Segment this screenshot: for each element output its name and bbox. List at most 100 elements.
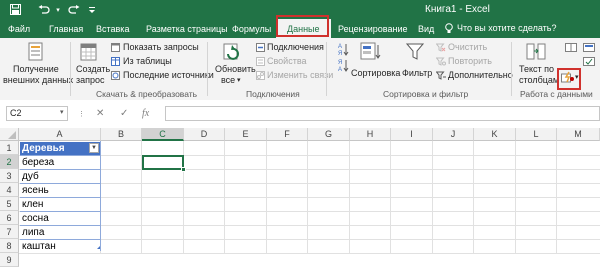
from-table-button[interactable]: Из таблицы [123, 56, 172, 67]
new-query-label1[interactable]: Создать [76, 64, 110, 75]
advanced-button[interactable]: Дополнительно [448, 70, 513, 81]
filter-dropdown-button[interactable]: ▼ [89, 143, 99, 153]
gridline [19, 183, 600, 184]
row-header-8[interactable]: 8 [0, 239, 19, 253]
column-header-a[interactable]: A [19, 128, 101, 141]
tab-review[interactable]: Рецензирование [338, 23, 408, 36]
clear-button[interactable]: Очистить [448, 42, 487, 53]
table-row-border [20, 155, 100, 156]
table-cell[interactable]: ясень [20, 184, 100, 197]
table-row-border [20, 239, 100, 240]
column-header-h[interactable]: H [350, 128, 391, 141]
column-header-j[interactable]: J [433, 128, 474, 141]
table-cell[interactable]: каштан [20, 240, 100, 253]
tab-formulas[interactable]: Формулы [232, 23, 271, 36]
show-queries-icon[interactable] [111, 43, 120, 54]
text-to-columns-label1[interactable]: Текст по [519, 64, 554, 75]
connections-button[interactable]: Подключения [267, 42, 324, 53]
column-header-f[interactable]: F [267, 128, 308, 141]
table-cell[interactable]: береза [20, 156, 100, 169]
group-separator [511, 42, 512, 96]
from-table-icon[interactable] [111, 57, 120, 68]
group-separator [207, 42, 208, 96]
fill-handle[interactable] [181, 167, 186, 172]
recent-sources-icon[interactable] [111, 71, 120, 82]
tab-home[interactable]: Главная [49, 23, 83, 36]
table-cell[interactable]: липа [20, 226, 100, 239]
column-header-k[interactable]: K [474, 128, 516, 141]
table-header-cell[interactable]: Деревья [20, 142, 100, 155]
new-query-label2[interactable]: запрос [76, 75, 105, 86]
text-to-columns-icon[interactable] [526, 42, 546, 64]
filter-button[interactable]: Фильтр [402, 68, 432, 79]
tab-file[interactable]: Файл [8, 23, 30, 36]
edit-links-button[interactable]: Изменить связи [267, 70, 333, 81]
redo-icon[interactable] [66, 2, 82, 17]
table-cell[interactable]: дуб [20, 170, 100, 183]
undo-dropdown-icon[interactable]: ▾ [54, 2, 62, 17]
remove-duplicates-icon[interactable] [565, 43, 577, 54]
svg-text:Я: Я [338, 51, 342, 57]
row-header-6[interactable]: 6 [0, 211, 19, 225]
gridline [19, 239, 600, 240]
get-external-data-icon[interactable] [27, 42, 45, 64]
row-header-9[interactable]: 9 [0, 253, 19, 267]
sort-az-icon[interactable]: АЯ [336, 42, 350, 59]
connections-icon[interactable] [256, 43, 265, 54]
column-header-m[interactable]: M [557, 128, 600, 141]
tell-me-search[interactable]: Что вы хотите сделать? [445, 21, 557, 35]
undo-icon[interactable] [36, 2, 52, 17]
svg-text:Я: Я [338, 60, 342, 66]
sort-icon[interactable] [360, 42, 382, 64]
table-resize-handle[interactable] [97, 246, 100, 249]
row-header-7[interactable]: 7 [0, 225, 19, 239]
row-header-4[interactable]: 4 [0, 183, 19, 197]
tab-insert[interactable]: Вставка [96, 23, 129, 36]
tab-view[interactable]: Вид [418, 23, 434, 36]
show-queries-button[interactable]: Показать запросы [123, 42, 199, 53]
table-row-border [20, 183, 100, 184]
column-header-i[interactable]: I [391, 128, 433, 141]
refresh-all-label2[interactable]: все [221, 75, 235, 86]
select-all-corner[interactable] [0, 128, 19, 141]
refresh-all-icon[interactable] [222, 42, 242, 64]
save-icon[interactable] [8, 2, 22, 17]
column-header-l[interactable]: L [516, 128, 557, 141]
row-header-5[interactable]: 5 [0, 197, 19, 211]
new-query-icon[interactable] [80, 42, 98, 64]
active-cell-c2[interactable] [142, 155, 184, 170]
data-validation-icon[interactable] [583, 57, 595, 68]
table-cell[interactable]: клен [20, 198, 100, 211]
row-header-2[interactable]: 2 [0, 155, 19, 169]
name-box-dropdown-icon[interactable]: ▾ [60, 108, 64, 116]
row-header-1[interactable]: 1 [0, 141, 19, 155]
properties-button[interactable]: Свойства [267, 56, 307, 67]
consolidate-icon[interactable] [583, 43, 595, 54]
enter-icon[interactable]: ✓ [120, 108, 128, 119]
tab-page-layout[interactable]: Разметка страницы [146, 23, 228, 36]
row-header-3[interactable]: 3 [0, 169, 19, 183]
cancel-icon[interactable]: ✕ [96, 108, 104, 119]
column-header-d[interactable]: D [184, 128, 225, 141]
reapply-icon [435, 57, 446, 68]
sort-button[interactable]: Сортировка [351, 68, 400, 79]
table-cell[interactable]: сосна [20, 212, 100, 225]
column-header-g[interactable]: G [308, 128, 350, 141]
recent-sources-button[interactable]: Последние источники [123, 70, 214, 81]
advanced-filter-icon[interactable] [435, 71, 446, 82]
formula-input[interactable] [165, 106, 600, 121]
refresh-all-label1[interactable]: Обновить [215, 64, 256, 75]
refresh-dropdown-icon[interactable]: ▾ [237, 75, 241, 86]
customize-qat-icon[interactable] [86, 2, 98, 17]
filter-funnel-icon[interactable] [405, 42, 425, 64]
column-header-c[interactable]: C [142, 128, 184, 141]
column-header-b[interactable]: B [101, 128, 142, 141]
get-external-data-label2[interactable]: внешних данных [3, 75, 73, 86]
get-external-data-label1[interactable]: Получение [13, 64, 59, 75]
insert-function-icon[interactable]: fx [142, 108, 149, 119]
column-header-e[interactable]: E [225, 128, 267, 141]
name-box[interactable]: C2 [6, 106, 68, 121]
reapply-button[interactable]: Повторить [448, 56, 492, 67]
text-to-columns-label2[interactable]: столбцам [519, 75, 559, 86]
sort-za-icon[interactable]: ЯА [336, 58, 350, 75]
